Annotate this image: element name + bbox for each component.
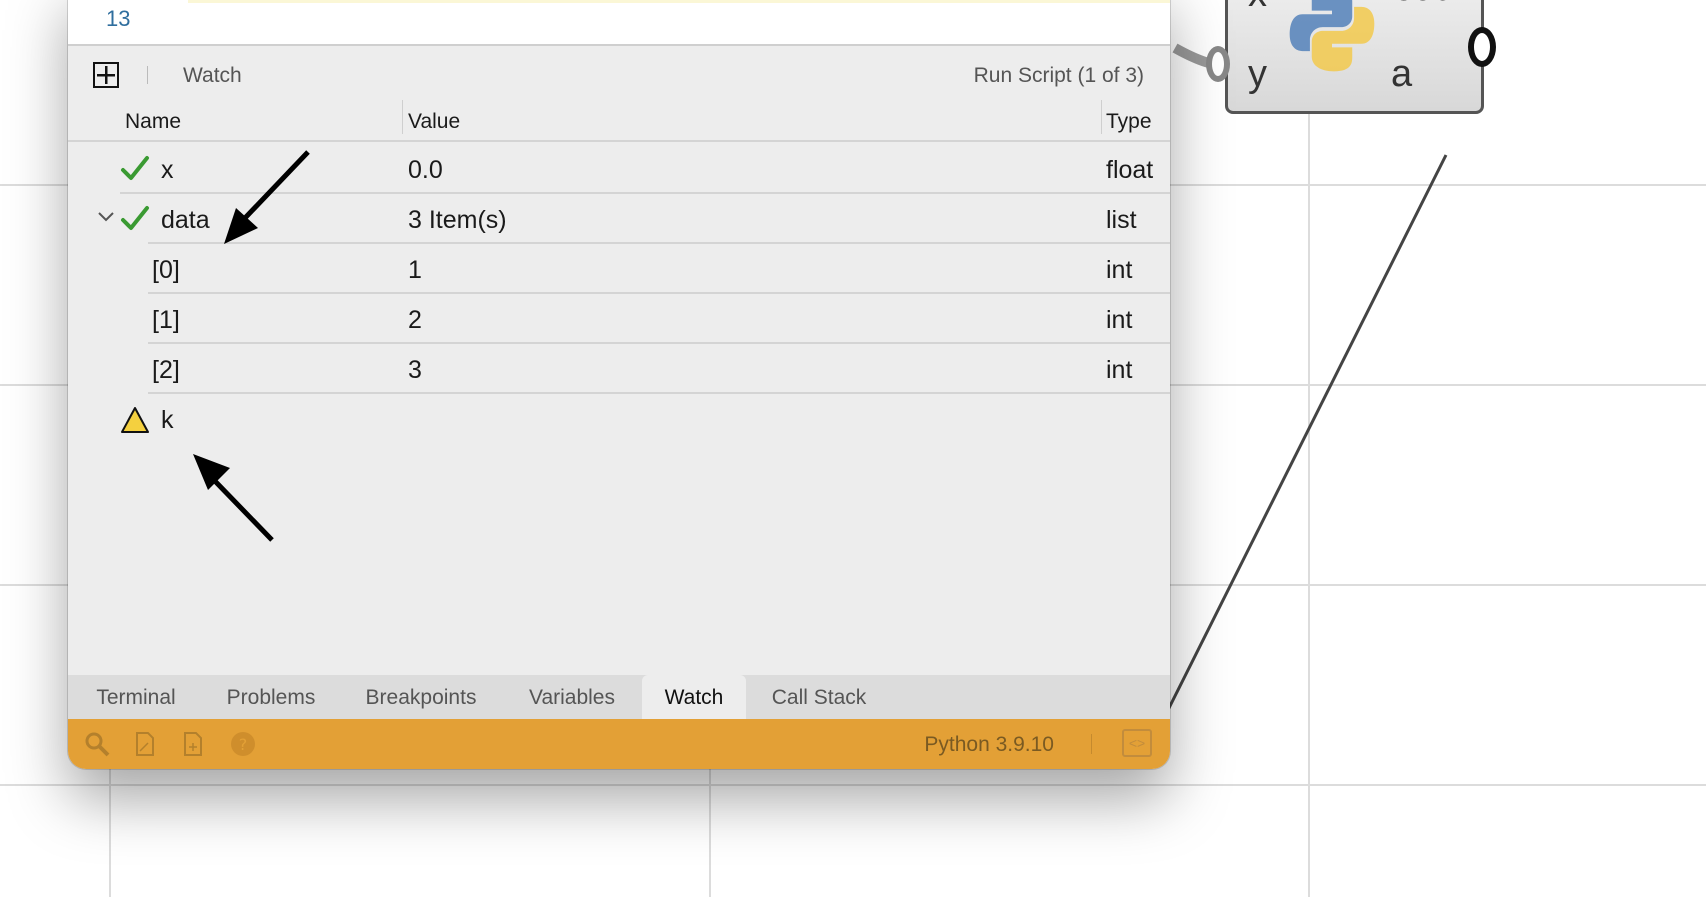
column-header-type[interactable]: Type: [1106, 110, 1152, 134]
python-version[interactable]: Python 3.9.10: [924, 733, 1054, 757]
watch-toolbar: Watch Run Script (1 of 3): [68, 46, 1170, 100]
status-bar: ? Python 3.9.10 <>: [68, 719, 1170, 769]
watch-name: [2]: [152, 356, 180, 384]
tab-problems[interactable]: Problems: [204, 675, 338, 719]
watch-type: list: [1106, 206, 1137, 234]
current-line-highlight: [188, 0, 1170, 3]
code-editor[interactable]: 13: [68, 0, 1170, 46]
warning-icon: [121, 407, 149, 433]
canvas-grid-line: [0, 784, 1706, 786]
output-out[interactable]: out: [1393, 0, 1446, 10]
watch-type: int: [1106, 256, 1133, 284]
svg-text:?: ?: [239, 735, 248, 754]
column-header-name[interactable]: Name: [125, 110, 181, 134]
table-row[interactable]: [1] 2 int: [68, 294, 1170, 344]
file-icon[interactable]: [132, 731, 158, 757]
watch-value: 3 Item(s): [408, 206, 507, 234]
watch-type: int: [1106, 306, 1133, 334]
tab-call-stack[interactable]: Call Stack: [746, 675, 892, 719]
input-port-y[interactable]: [1206, 46, 1230, 82]
toolbar-divider: [147, 66, 148, 84]
run-script-label: Run Script (1 of 3): [973, 64, 1144, 87]
table-row[interactable]: k: [68, 394, 1170, 444]
tab-breakpoints[interactable]: Breakpoints: [338, 675, 504, 719]
script-editor-window: 13 Watch Run Script (1 of 3) Name Value …: [68, 0, 1170, 769]
python-logo-icon: [1289, 0, 1375, 72]
watch-value: 3: [408, 356, 422, 384]
watch-table-header: Name Value Type: [68, 100, 1170, 142]
panel-title: Watch: [183, 64, 242, 87]
code-view-icon[interactable]: <>: [1122, 729, 1152, 757]
search-icon[interactable]: [84, 731, 110, 757]
watch-value: 0.0: [408, 156, 443, 184]
watch-name: data: [161, 206, 210, 234]
check-icon: [121, 156, 149, 180]
tab-watch[interactable]: Watch: [642, 675, 746, 719]
output-port-a[interactable]: [1468, 27, 1496, 67]
watch-value: 1: [408, 256, 422, 284]
tab-terminal[interactable]: Terminal: [68, 675, 204, 719]
file-plus-icon[interactable]: [180, 731, 206, 757]
table-row[interactable]: x 0.0 float: [68, 144, 1170, 194]
input-x[interactable]: x: [1248, 0, 1267, 16]
output-a[interactable]: a: [1391, 53, 1412, 96]
table-row[interactable]: [0] 1 int: [68, 244, 1170, 294]
table-row[interactable]: data 3 Item(s) list: [68, 194, 1170, 244]
watch-value: 2: [408, 306, 422, 334]
check-icon: [121, 206, 149, 230]
watch-name: x: [161, 156, 174, 184]
table-row[interactable]: [2] 3 int: [68, 344, 1170, 394]
plus-icon: [97, 66, 115, 84]
column-header-value[interactable]: Value: [408, 110, 460, 134]
watch-name: [0]: [152, 256, 180, 284]
wire: [1166, 154, 1448, 711]
watch-name: k: [161, 406, 174, 434]
chevron-down-icon[interactable]: [96, 206, 116, 226]
panel-tabs: Terminal Problems Breakpoints Variables …: [68, 675, 1170, 719]
line-number: 13: [106, 6, 131, 31]
watch-type: float: [1106, 156, 1154, 184]
status-divider: [1091, 734, 1092, 754]
help-icon[interactable]: ?: [230, 731, 256, 757]
column-divider[interactable]: [402, 100, 403, 134]
column-divider[interactable]: [1101, 100, 1102, 134]
canvas-grid-line: [1308, 0, 1310, 897]
add-watch-button[interactable]: [93, 62, 119, 88]
input-y[interactable]: y: [1248, 53, 1267, 96]
watch-type: int: [1106, 356, 1133, 384]
watch-name: [1]: [152, 306, 180, 334]
tab-variables[interactable]: Variables: [504, 675, 640, 719]
python-component[interactable]: x y out a: [1225, 0, 1496, 114]
